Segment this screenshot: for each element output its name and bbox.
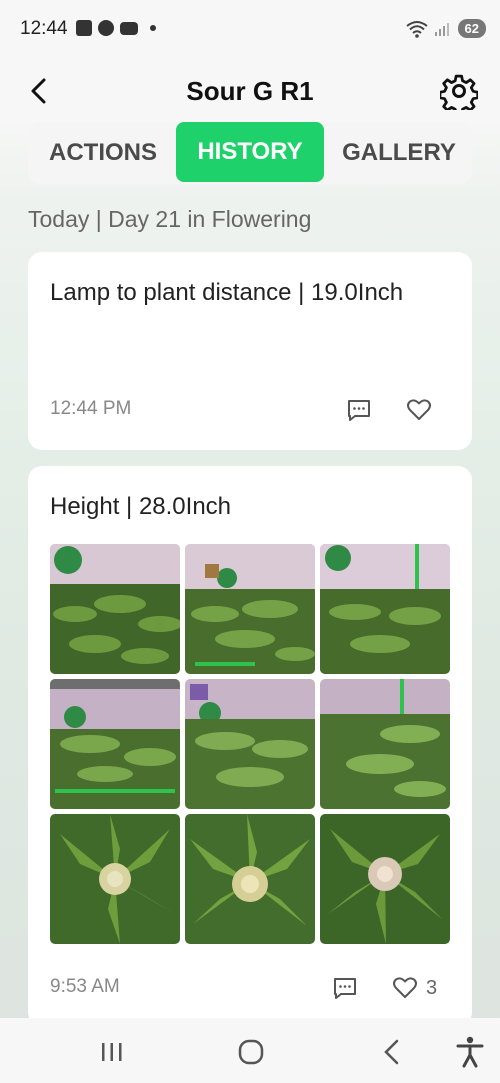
photo-thumbnail[interactable] [320, 679, 450, 809]
status-bar: 12:44 62 [0, 0, 500, 60]
calendar-notification-icon [76, 20, 92, 36]
entry-time: 12:44 PM [50, 398, 132, 419]
page-title: Sour G R1 [186, 76, 314, 106]
photo-grid [50, 544, 450, 944]
photo-thumbnail[interactable] [320, 814, 450, 944]
battery-level: 62 [457, 19, 486, 38]
photo-thumbnail[interactable] [185, 679, 315, 809]
nav-back-icon[interactable] [372, 1032, 412, 1072]
tab-bar: ACTIONS HISTORY GALLERY [28, 122, 472, 184]
photo-thumbnail[interactable] [50, 814, 180, 944]
gear-icon[interactable] [440, 72, 478, 110]
entry-time: 9:53 AM [50, 976, 120, 997]
status-time: 12:44 [20, 18, 68, 39]
comment-icon[interactable] [346, 398, 372, 422]
photo-thumbnail[interactable] [50, 544, 180, 674]
app-header: Sour G R1 [0, 62, 500, 122]
more-notifications-dot-icon [150, 25, 156, 31]
recent-apps-icon[interactable] [92, 1032, 132, 1072]
signal-icon [434, 22, 449, 36]
wifi-icon [405, 20, 428, 38]
youtube-notification-icon [120, 21, 138, 35]
history-entry-card[interactable]: Lamp to plant distance | 19.0Inch 12:44 … [28, 252, 472, 450]
heart-icon[interactable] [406, 398, 432, 422]
facebook-notification-icon [98, 20, 114, 36]
tab-gallery[interactable]: GALLERY [334, 122, 464, 184]
photo-thumbnail[interactable] [185, 544, 315, 674]
accessibility-icon[interactable] [450, 1032, 490, 1072]
heart-icon[interactable] [392, 976, 418, 1000]
like-count: 3 [426, 977, 438, 999]
day-heading: Today | Day 21 in Flowering [28, 206, 312, 232]
photo-thumbnail[interactable] [50, 679, 180, 809]
tab-actions[interactable]: ACTIONS [38, 122, 168, 184]
entry-text: Lamp to plant distance | 19.0Inch [50, 279, 404, 306]
home-icon[interactable] [231, 1032, 271, 1072]
photo-thumbnail[interactable] [185, 814, 315, 944]
system-navigation-bar [0, 1018, 500, 1083]
system-status: 62 [405, 19, 486, 38]
tab-history[interactable]: HISTORY [176, 122, 324, 182]
notification-icons [76, 20, 156, 36]
photo-thumbnail[interactable] [320, 544, 450, 674]
comment-icon[interactable] [332, 976, 358, 1000]
entry-text: Height | 28.0Inch [50, 493, 232, 520]
history-entry-card[interactable]: Height | 28.0Inch 9:53 AM 3 [28, 466, 472, 1026]
